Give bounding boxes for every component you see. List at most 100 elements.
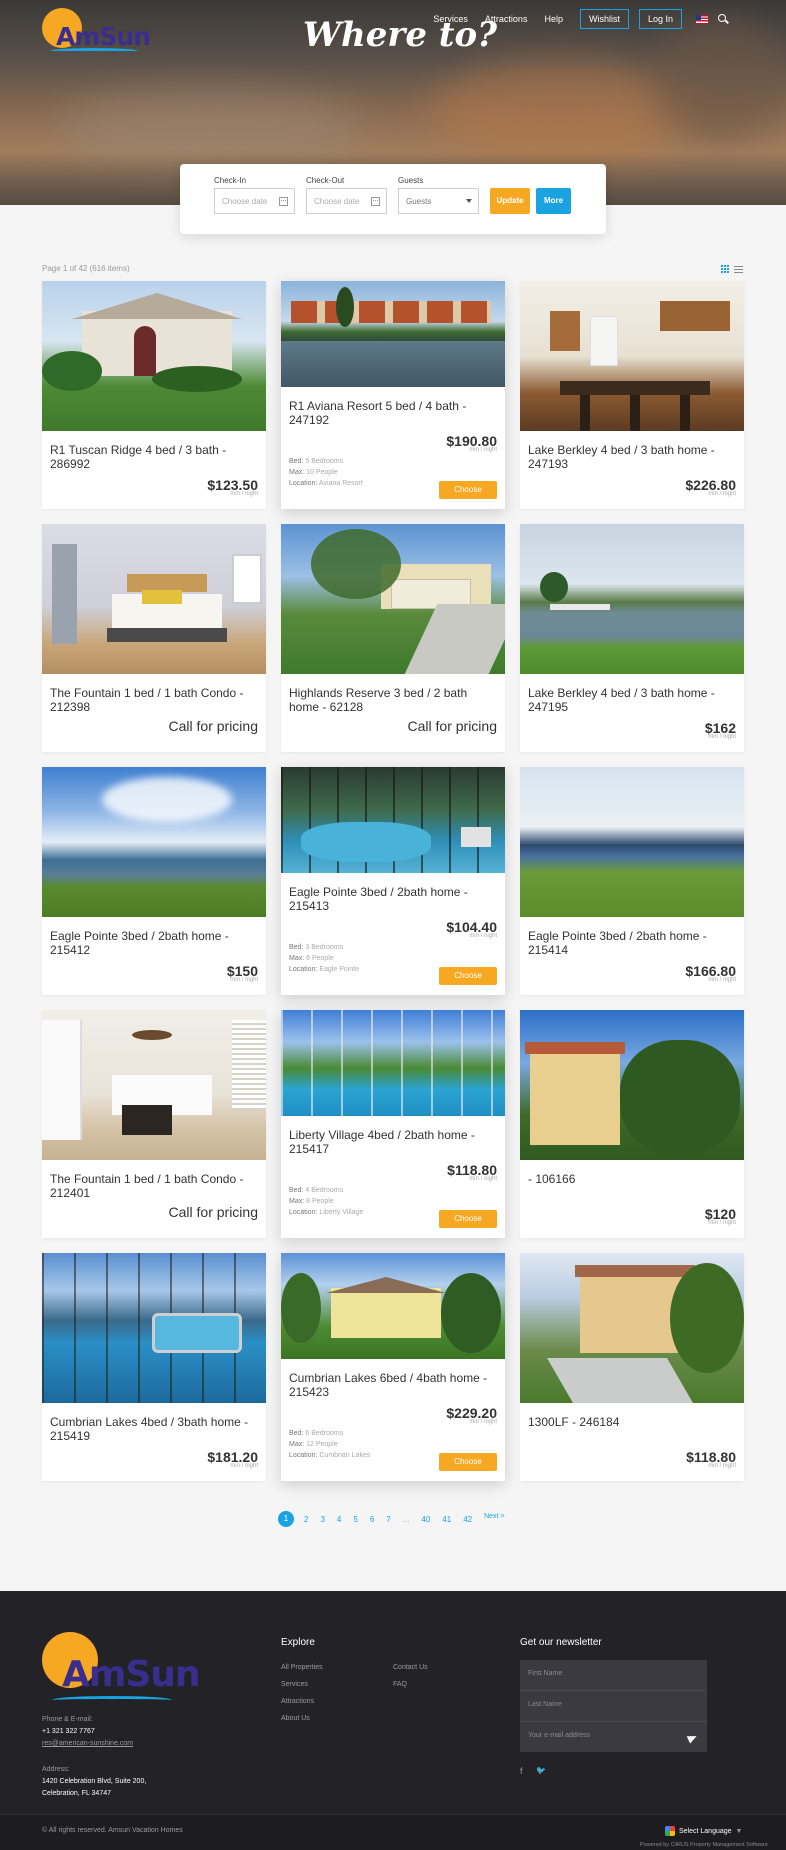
property-card[interactable]: Lake Berkley 4 bed / 3 bath home - 24719… [520,281,744,509]
property-title[interactable]: R1 Aviana Resort 5 bed / 4 bath - 247192 [289,399,497,427]
guests-select[interactable]: Guests [398,188,479,214]
property-title[interactable]: Highlands Reserve 3 bed / 2 bath home - … [289,686,497,714]
property-title[interactable]: Eagle Pointe 3bed / 2bath home - 215413 [289,885,497,913]
property-title[interactable]: - 106166 [528,1172,736,1186]
property-title[interactable]: 1300LF - 246184 [528,1415,736,1429]
login-button[interactable]: Log In [638,9,682,29]
page-1[interactable]: 1 [278,1511,294,1527]
page-42[interactable]: 42 [463,1515,472,1524]
email-field[interactable]: Your e-mail address [528,1732,590,1739]
list-view-icon[interactable] [734,266,743,273]
choose-button[interactable]: Choose [439,1453,497,1471]
checkout-label: Check-Out [306,176,345,185]
nav-help[interactable]: Help [544,14,563,24]
page-2[interactable]: 2 [304,1515,308,1524]
send-icon[interactable] [686,1732,699,1744]
property-card[interactable]: The Fountain 1 bed / 1 bath Condo - 2123… [42,524,266,752]
property-title[interactable]: The Fountain 1 bed / 1 bath Condo - 2123… [50,686,258,714]
property-card[interactable]: - 106166 $120 min / night [520,1010,744,1238]
page-5[interactable]: 5 [353,1515,357,1524]
property-card[interactable]: Eagle Pointe 3bed / 2bath home - 215412 … [42,767,266,995]
nav-attractions[interactable]: Attractions [485,14,528,24]
facebook-icon[interactable]: f [520,1766,523,1776]
property-card[interactable]: Eagle Pointe 3bed / 2bath home - 215413 … [281,767,505,995]
property-title[interactable]: The Fountain 1 bed / 1 bath Condo - 2124… [50,1172,258,1200]
property-photo [42,1253,266,1403]
page-3[interactable]: 3 [320,1515,324,1524]
checkin-field[interactable]: Choose date [214,188,295,214]
footer-link-contact-us[interactable]: Contact Us [393,1664,428,1671]
footer-link-faq[interactable]: FAQ [393,1681,407,1688]
property-title[interactable]: Lake Berkley 4 bed / 3 bath home - 24719… [528,443,736,471]
chevron-down-icon: ▼ [735,1827,743,1835]
property-title[interactable]: R1 Tuscan Ridge 4 bed / 3 bath - 286992 [50,443,258,471]
per-night-label: min / night [708,1220,736,1226]
google-translate-icon [665,1826,675,1836]
top-nav: Services Attractions Help Wishlist Log I… [433,8,786,30]
twitter-icon[interactable]: 🐦 [536,1766,546,1775]
property-card[interactable]: R1 Aviana Resort 5 bed / 4 bath - 247192… [281,281,505,509]
property-details: Bed: 4 Bedrooms Max: 8 People Location: … [289,1187,364,1216]
address-line1: 1420 Celebration Blvd, Suite 200, [42,1778,147,1785]
calendar-icon [279,197,288,206]
footer-link-services[interactable]: Services [281,1681,308,1688]
email-link[interactable]: res@american-sunshine.com [42,1740,133,1747]
property-photo [281,1253,505,1359]
property-card[interactable]: Cumbrian Lakes 4bed / 3bath home - 21541… [42,1253,266,1481]
property-card[interactable]: Lake Berkley 4 bed / 3 bath home - 24719… [520,524,744,752]
last-name-field[interactable]: Last Name [528,1701,562,1708]
phone-number[interactable]: +1 321 322 7767 [42,1728,95,1735]
property-photo [520,281,744,431]
grid-view-icon[interactable] [721,265,729,273]
explore-title: Explore [281,1637,315,1648]
property-card[interactable]: Cumbrian Lakes 6bed / 4bath home - 21542… [281,1253,505,1481]
choose-button[interactable]: Choose [439,481,497,499]
property-card[interactable]: Eagle Pointe 3bed / 2bath home - 215414 … [520,767,744,995]
property-card[interactable]: The Fountain 1 bed / 1 bath Condo - 2124… [42,1010,266,1238]
call-for-pricing: Call for pricing [407,718,497,734]
footer-link-about-us[interactable]: About Us [281,1715,310,1722]
property-photo [281,281,505,387]
property-card[interactable]: Highlands Reserve 3 bed / 2 bath home - … [281,524,505,752]
copyright: © All rights reserved. Amsun Vacation Ho… [42,1827,183,1834]
page-6[interactable]: 6 [370,1515,374,1524]
call-for-pricing: Call for pricing [168,718,258,734]
page-4[interactable]: 4 [337,1515,341,1524]
update-button[interactable]: Update [490,188,530,214]
property-card[interactable]: R1 Tuscan Ridge 4 bed / 3 bath - 286992 … [42,281,266,509]
search-icon[interactable] [718,14,728,24]
property-title[interactable]: Liberty Village 4bed / 2bath home - 2154… [289,1128,497,1156]
language-selector[interactable]: Select Language ▼ [665,1826,742,1836]
powered-by[interactable]: Powered by CiiRUS Property Management So… [640,1842,768,1848]
property-card[interactable]: 1300LF - 246184 $118.80 min / night [520,1253,744,1481]
address-line2: Celebration, FL 34747 [42,1790,112,1797]
property-card[interactable]: Liberty Village 4bed / 2bath home - 2154… [281,1010,505,1238]
property-photo [520,767,744,917]
choose-button[interactable]: Choose [439,967,497,985]
nav-services[interactable]: Services [433,14,468,24]
site-logo[interactable]: AmSun [42,8,151,56]
first-name-field[interactable]: First Name [528,1670,562,1677]
choose-button[interactable]: Choose [439,1210,497,1228]
footer-link-attractions[interactable]: Attractions [281,1698,314,1705]
calendar-icon [371,197,380,206]
property-title[interactable]: Eagle Pointe 3bed / 2bath home - 215412 [50,929,258,957]
property-title[interactable]: Lake Berkley 4 bed / 3 bath home - 24719… [528,686,736,714]
property-title[interactable]: Cumbrian Lakes 6bed / 4bath home - 21542… [289,1371,497,1399]
page-40[interactable]: 40 [421,1515,430,1524]
checkout-field[interactable]: Choose date [306,188,387,214]
next-page-link[interactable]: Next > [484,1513,504,1520]
more-button[interactable]: More [536,188,571,214]
search-panel: Check-In Choose date Check-Out Choose da… [180,164,606,234]
footer-logo[interactable]: AmSun [42,1632,201,1702]
page-7[interactable]: 7 [386,1515,390,1524]
wishlist-button[interactable]: Wishlist [579,9,629,29]
property-title[interactable]: Cumbrian Lakes 4bed / 3bath home - 21541… [50,1415,258,1443]
footer-link-all-properties[interactable]: All Properties [281,1664,323,1671]
per-night-label: min / night [230,1463,258,1469]
us-flag-icon[interactable] [696,14,708,24]
page-41[interactable]: 41 [442,1515,451,1524]
property-photo [281,767,505,873]
property-title[interactable]: Eagle Pointe 3bed / 2bath home - 215414 [528,929,736,957]
chevron-down-icon [466,199,472,203]
